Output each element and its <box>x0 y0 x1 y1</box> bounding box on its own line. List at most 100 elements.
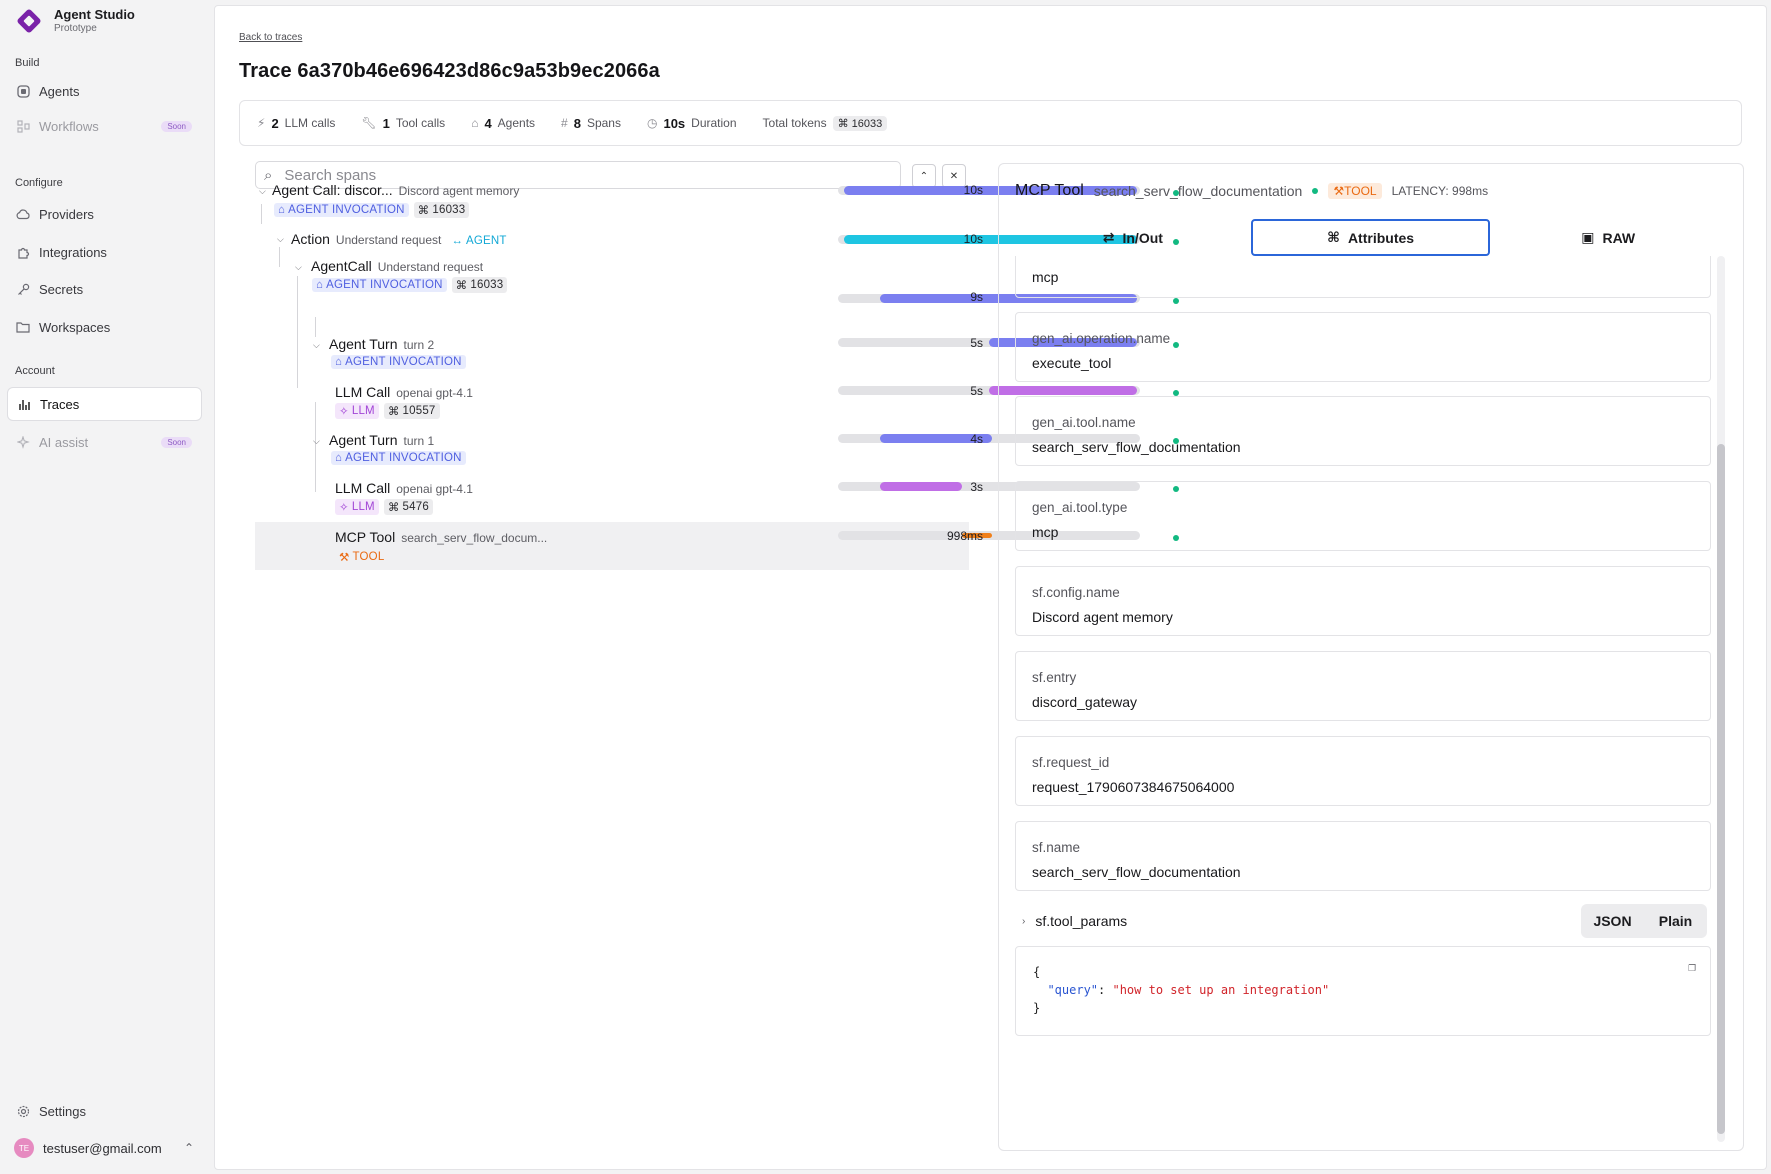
user-menu[interactable]: TE testuser@gmail.com ⌃ <box>14 1138 194 1158</box>
copy-icon[interactable]: ❐ <box>1688 959 1696 977</box>
tool-badge: ⚒︎ TOOL <box>339 551 385 564</box>
sidebar-item-label: Traces <box>40 396 80 412</box>
tag-icon: ⌘ <box>417 205 430 217</box>
bot-icon: ⌂ <box>335 356 343 368</box>
params-key: sf.tool_params <box>1035 913 1128 929</box>
span-row[interactable]: ⌵ Action Understand request ↔ AGENT 10s <box>255 228 1179 254</box>
chevron-down-icon[interactable]: ⌵ <box>277 234 284 245</box>
attribute-key: gen_ai.operation.name <box>1032 331 1171 346</box>
chevron-down-icon[interactable]: ⌵ <box>295 262 302 273</box>
code-brace-open: { <box>1033 965 1041 979</box>
attribute-value: search_serv_flow_documentation <box>1032 439 1241 455</box>
wrench-icon: ⚒︎ <box>339 552 350 564</box>
span-row[interactable]: ⌵ Agent Turn turn 1 ⌂ AGENT INVOCATION 4s <box>255 430 1179 474</box>
bot-icon: ⌂ <box>471 116 479 130</box>
key-icon <box>16 282 30 296</box>
sidebar-item-ai-assist[interactable]: AI assist Soon <box>7 425 202 459</box>
span-row[interactable]: LLM Call openai gpt-4.1 ✧ LLM ⌘ 10557 5s <box>255 382 1179 426</box>
bar-chart-icon <box>17 397 31 411</box>
swap-arrows-icon: ⇄ <box>1102 229 1115 245</box>
tag-icon: ⌘ <box>387 406 400 418</box>
latency-label: LATENCY: 998ms <box>1391 184 1489 198</box>
terminal-icon: ▣ <box>1581 229 1595 245</box>
span-row[interactable]: ⌵ Agent Call: discor... Discord agent mem… <box>255 180 1179 224</box>
tool-params-row[interactable]: › sf.tool_params JSON Plain <box>1015 901 1711 941</box>
detail-title: MCP Tool <box>1015 182 1084 199</box>
chevron-down-icon[interactable]: ⌵ <box>259 186 266 197</box>
sparkle-icon: ✧ <box>339 406 349 418</box>
tag-icon: ⌘ <box>387 502 400 514</box>
attribute-value: Discord agent memory <box>1032 609 1173 625</box>
stat-spans: # 8 Spans <box>561 115 621 131</box>
token-badge: ⌘ 5476 <box>383 499 433 515</box>
detail-header: MCP Tool search_serv_flow_documentation … <box>1015 182 1488 200</box>
attribute-key: gen_ai.tool.type <box>1032 500 1128 515</box>
sidebar-item-integrations[interactable]: Integrations <box>7 235 202 269</box>
section-configure: Configure <box>15 177 63 189</box>
bot-icon: ⌂ <box>316 279 324 291</box>
attribute-card: gen_ai.tool.name search_serv_flow_docume… <box>1015 396 1711 466</box>
sparkle-icon: ✧ <box>339 502 349 514</box>
stat-tool-calls: 🔧︎ 1 Tool calls <box>361 115 446 131</box>
agent-invocation-badge: ⌂ AGENT INVOCATION <box>274 203 409 217</box>
sidebar-item-label: Providers <box>39 206 94 222</box>
sidebar-item-label: AI assist <box>39 434 89 450</box>
sparkle-icon <box>16 435 30 449</box>
attribute-card: gen_ai.operation.name execute_tool <box>1015 312 1711 382</box>
span-row[interactable]: LLM Call openai gpt-4.1 ✧ LLM ⌘ 5476 3s <box>255 478 1179 522</box>
sidebar-item-label: Integrations <box>39 244 107 260</box>
wrench-icon: 🔧︎ <box>361 116 377 130</box>
span-detail-panel: MCP Tool search_serv_flow_documentation … <box>998 163 1744 1151</box>
clock-icon: ◷ <box>646 116 658 130</box>
json-format-button[interactable]: JSON <box>1581 904 1644 938</box>
span-row[interactable]: ⌵ Agent Turn turn 2 ⌂ AGENT INVOCATION 5s <box>255 334 1179 378</box>
code-brace-close: } <box>1033 1001 1041 1015</box>
app-logo-icon <box>14 6 44 36</box>
attribute-key: sf.request_id <box>1032 755 1110 770</box>
attribute-value: discord_gateway <box>1032 694 1138 710</box>
soon-badge: Soon <box>161 120 192 132</box>
span-row[interactable]: ⌵ AgentCall Understand request ⌂ AGENT INV… <box>255 256 1179 304</box>
sidebar-item-label: Workspaces <box>39 319 111 335</box>
bot-icon: ⌂ <box>335 452 343 464</box>
gear-icon <box>16 1104 30 1118</box>
chevron-up-icon: ⌃ <box>183 1141 194 1155</box>
span-row-selected[interactable]: MCP Tool search_serv_flow_docum... ⚒︎ TOOL… <box>255 522 1179 570</box>
sidebar: Agent Studio Prototype Build Agents Work… <box>0 0 214 1174</box>
scrollbar-thumb[interactable] <box>1717 444 1725 1134</box>
attribute-key: gen_ai.tool.name <box>1032 415 1136 430</box>
sidebar-item-workflows[interactable]: Workflows Soon <box>7 109 202 143</box>
chevron-down-icon[interactable]: ⌵ <box>313 340 320 351</box>
attribute-key: sf.name <box>1032 840 1081 855</box>
sidebar-item-secrets[interactable]: Secrets <box>7 272 202 306</box>
sidebar-item-traces[interactable]: Traces <box>7 387 202 421</box>
sidebar-item-agents[interactable]: Agents <box>7 74 202 108</box>
tag-icon: ⌘ <box>455 280 468 292</box>
agent-badge: ↔ AGENT <box>451 235 507 247</box>
sidebar-item-settings[interactable]: Settings <box>7 1094 202 1128</box>
brand[interactable]: Agent Studio Prototype <box>14 6 135 36</box>
plain-format-button[interactable]: Plain <box>1644 904 1707 938</box>
attribute-value: execute_tool <box>1032 355 1112 371</box>
sidebar-item-providers[interactable]: Providers <box>7 197 202 231</box>
attribute-card: sf.config.name Discord agent memory <box>1015 566 1711 636</box>
tab-raw[interactable]: ▣ RAW <box>1490 219 1726 256</box>
llm-badge: ✧ LLM <box>335 499 379 515</box>
token-badge: ⌘ 16033 <box>451 277 508 293</box>
sidebar-item-workspaces[interactable]: Workspaces <box>7 310 202 344</box>
tool-kind-badge: ⚒︎TOOL <box>1328 183 1382 199</box>
tab-in-out[interactable]: ⇄ In/Out <box>1015 219 1251 256</box>
attributes-list[interactable]: mcp gen_ai.operation.name execute_tool g… <box>1015 256 1726 1142</box>
lightning-icon: ⚡︎ <box>257 116 266 130</box>
chevron-right-icon[interactable]: › <box>1022 916 1025 927</box>
agent-invocation-badge: ⌂ AGENT INVOCATION <box>331 451 466 465</box>
back-to-traces-link[interactable]: Back to traces <box>239 32 302 43</box>
tab-attributes[interactable]: ⌘ Attributes <box>1250 219 1491 256</box>
scrollbar[interactable] <box>1717 256 1725 1142</box>
sidebar-item-label: Workflows <box>39 118 99 134</box>
chevron-down-icon[interactable]: ⌵ <box>313 436 320 447</box>
sidebar-item-label: Agents <box>39 83 80 99</box>
tag-icon: ⌘ <box>1326 229 1340 245</box>
main-panel: Back to traces Trace 6a370b46e696423d86c… <box>214 5 1767 1170</box>
detail-tabs: ⇄ In/Out ⌘ Attributes ▣ RAW <box>1015 219 1726 256</box>
